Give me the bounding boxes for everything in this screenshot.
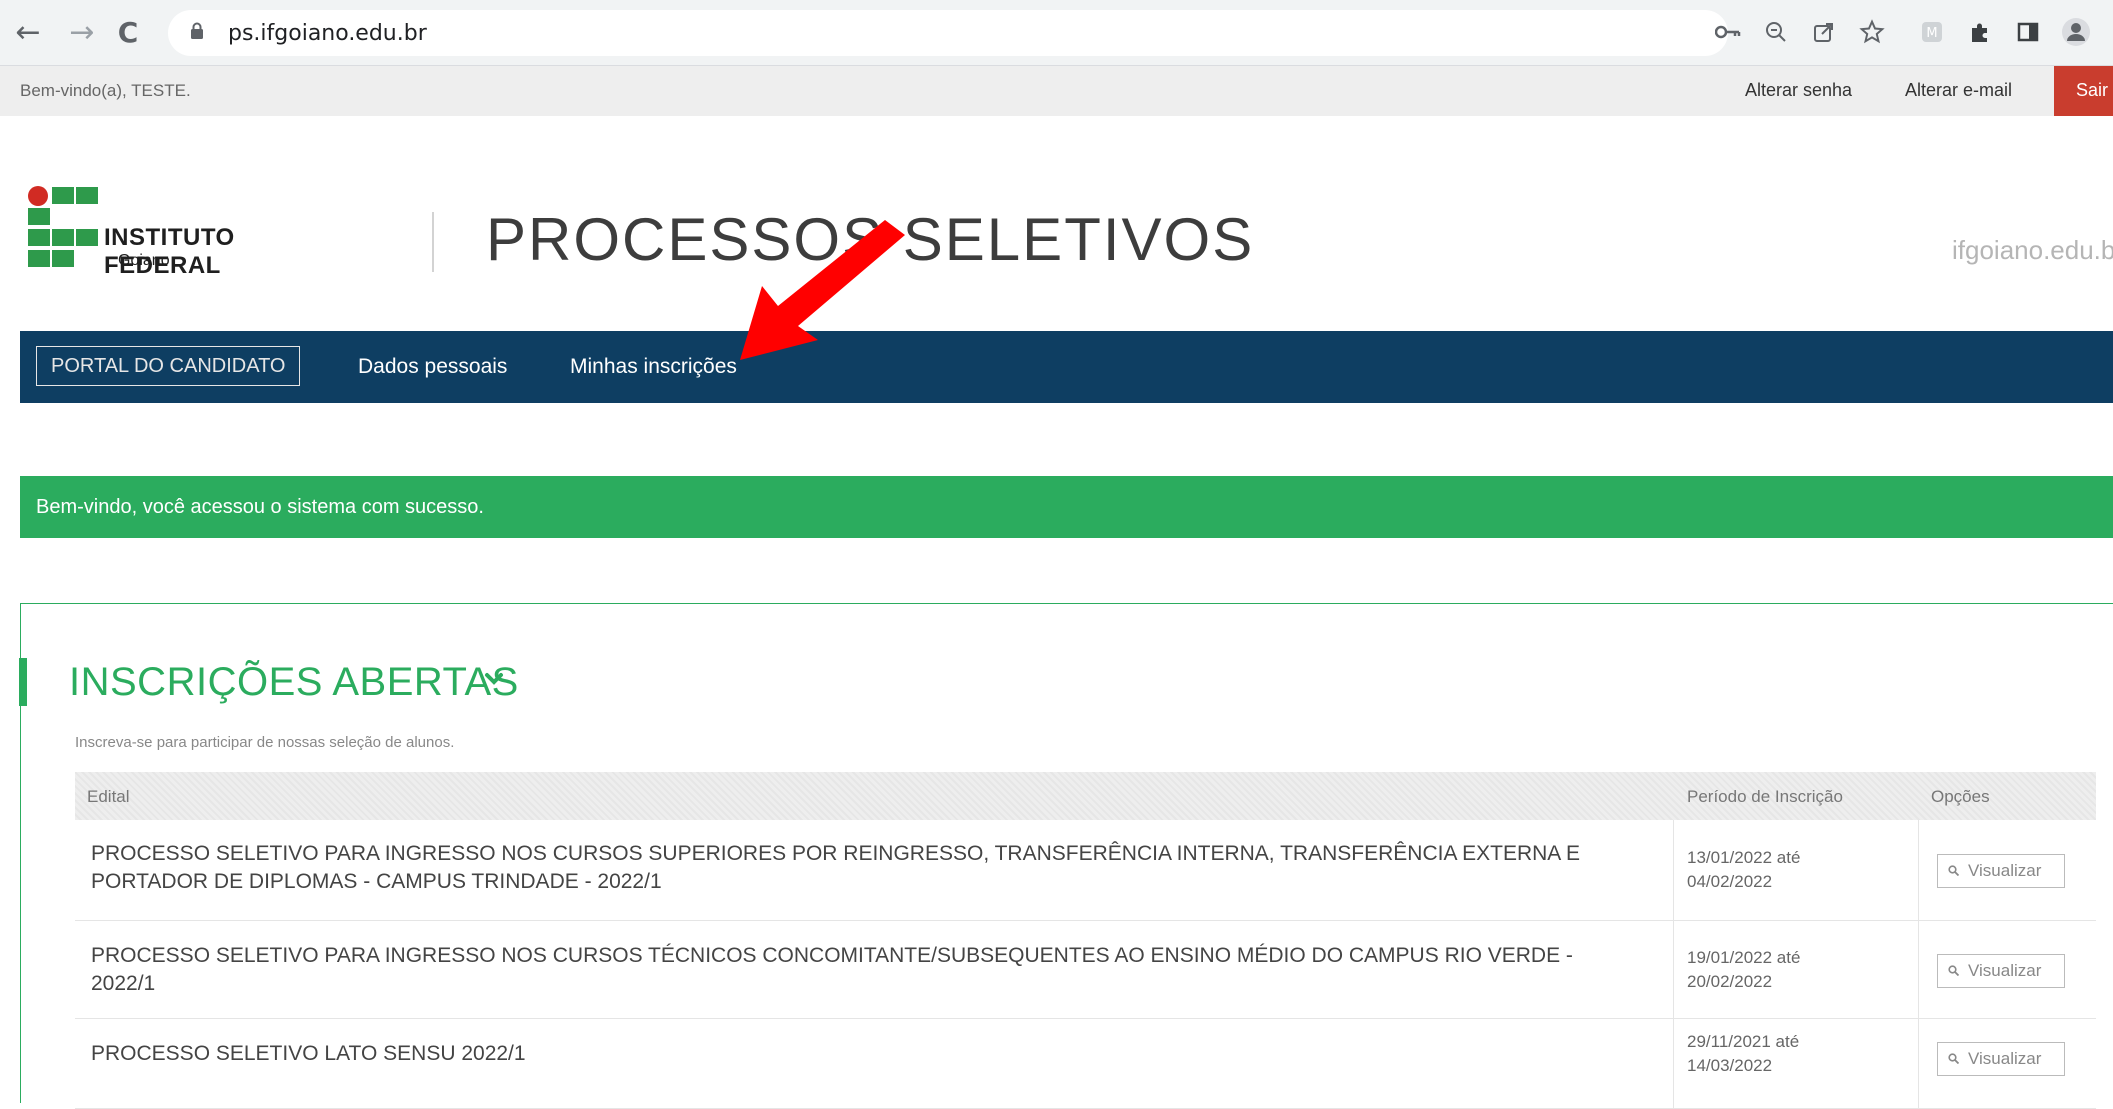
back-icon[interactable]: ← [8,12,48,52]
table-row: PROCESSO SELETIVO LATO SENSU 2022/1 29/1… [75,1018,2096,1109]
user-bar: Bem-vindo(a), TESTE. Alterar senha Alter… [0,66,2113,116]
column-edital: Edital [87,787,130,806]
visualizar-button[interactable]: Visualizar [1937,954,2065,988]
edital-title[interactable]: PROCESSO SELETIVO LATO SENSU 2022/1 [91,1040,1671,1068]
column-periodo: Período de Inscrição [1687,787,1843,806]
sidepanel-icon[interactable] [2008,12,2048,52]
panel-title: INSCRIÇÕES ABERTAS [69,660,519,704]
logout-button[interactable]: Sair [2054,66,2113,116]
main-nav: PORTAL DO CANDIDATO Dados pessoais Minha… [20,331,2113,403]
portal-candidato-link[interactable]: PORTAL DO CANDIDATO [36,346,301,386]
extension-m-icon[interactable]: M [1912,12,1952,52]
browser-toolbar: ← → C ps.ifgoiano.edu.br M [0,0,2113,66]
panel-subtitle: Inscreva-se para participar de nossas se… [75,734,455,751]
logo-red-dot [28,186,48,206]
svg-text:M: M [1926,26,1937,41]
table-header: Edital Período de Inscrição Opções [75,772,2096,820]
success-alert: Bem-vindo, você acessou o sistema com su… [20,476,2113,538]
table-row: PROCESSO SELETIVO PARA INGRESSO NOS CURS… [75,820,2096,921]
visualizar-button[interactable]: Visualizar [1937,1042,2065,1076]
address-bar[interactable]: ps.ifgoiano.edu.br [168,10,1728,56]
change-password-link[interactable]: Alterar senha [1745,80,1852,101]
nav-dados-pessoais[interactable]: Dados pessoais [358,355,507,379]
search-icon [1948,865,1959,876]
edital-title[interactable]: PROCESSO SELETIVO PARA INGRESSO NOS CURS… [91,840,1671,896]
logo-subtitle: Goiano [118,252,170,269]
puzzle-icon[interactable] [1960,12,2000,52]
forward-icon[interactable]: → [62,12,102,52]
url-text: ps.ifgoiano.edu.br [228,21,427,46]
profile-icon[interactable] [2056,12,2096,52]
registration-period: 29/11/2021 até 14/03/2022 [1687,1032,1800,1075]
search-icon [1948,1053,1959,1064]
key-icon[interactable] [1708,12,1748,52]
search-icon [1948,965,1959,976]
share-icon[interactable] [1804,12,1844,52]
star-icon[interactable] [1852,12,1892,52]
table-row: PROCESSO SELETIVO PARA INGRESSO NOS CURS… [75,920,2096,1019]
chevron-down-icon[interactable] [479,664,509,694]
registration-period: 13/01/2022 até 04/02/2022 [1687,848,1801,891]
panel-accent [19,658,27,706]
red-arrow-annotation [740,220,905,360]
visualizar-button[interactable]: Visualizar [1937,854,2065,888]
change-email-link[interactable]: Alterar e-mail [1905,80,2012,101]
open-registrations-panel: INSCRIÇÕES ABERTAS Inscreva-se para part… [19,603,2113,1109]
browser-icons: M [1700,12,2096,52]
site-domain: ifgoiano.edu.b [1952,235,2113,265]
zoom-icon[interactable] [1756,12,1796,52]
registration-period: 19/01/2022 até 20/02/2022 [1687,948,1801,991]
column-opcoes: Opções [1931,787,1990,806]
edital-title[interactable]: PROCESSO SELETIVO PARA INGRESSO NOS CURS… [91,942,1671,998]
welcome-text: Bem-vindo(a), TESTE. [20,81,191,100]
reload-icon[interactable]: C [108,12,148,52]
lock-icon [191,22,203,39]
header-divider [432,212,434,272]
logo[interactable]: INSTITUTO FEDERAL Goiano [28,186,348,279]
